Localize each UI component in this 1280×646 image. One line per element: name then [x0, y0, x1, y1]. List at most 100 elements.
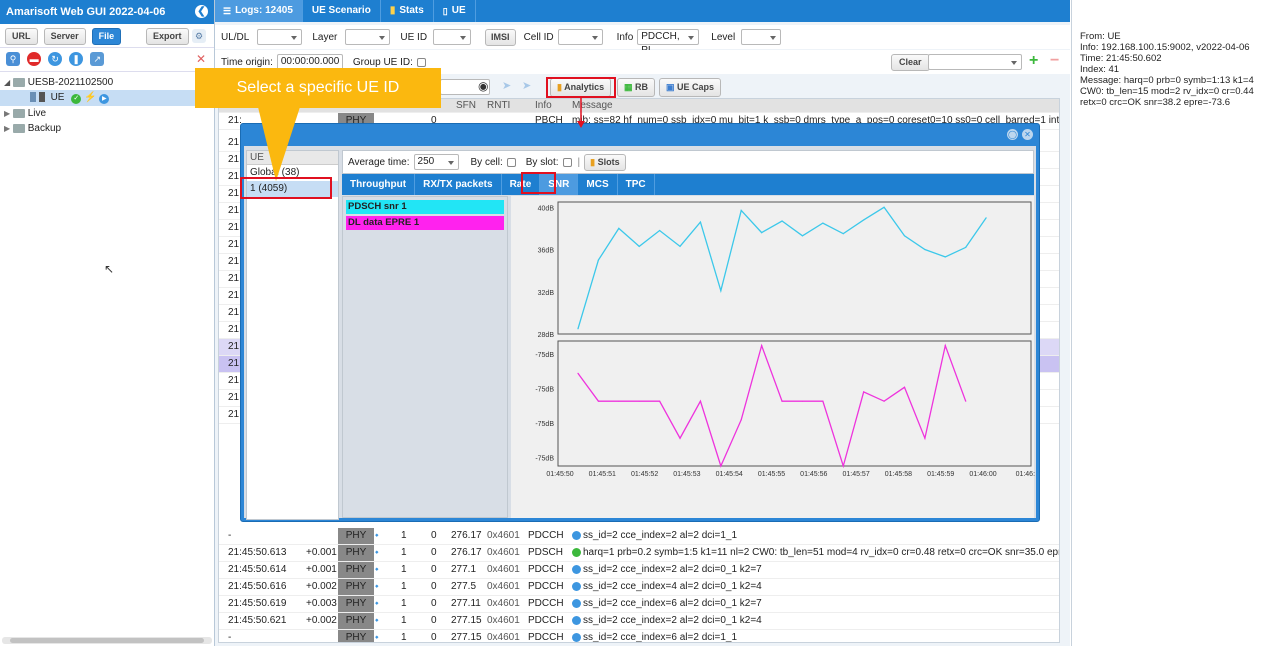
stop-icon[interactable]: ▬ — [27, 52, 42, 66]
tree-item-backup[interactable]: ▶ Backup — [0, 121, 214, 136]
details-panel: From: UE Info: 192.168.100.15:9002, v2022… — [1071, 0, 1280, 646]
tab-logs[interactable]: ☰ Logs: 12405 — [215, 0, 303, 22]
tree-item-ue[interactable]: UE ✓ ⚡ ▶ — [0, 90, 214, 106]
log-row[interactable]: - PHY 1 0 277.15 0x4601 PDCCH ⬩ ss_id=2 cce_inde… — [219, 630, 1059, 643]
url-button[interactable]: URL — [5, 28, 38, 45]
layer-select[interactable] — [345, 29, 391, 45]
grid-icon: ▦ — [624, 82, 633, 92]
data-point — [720, 465, 722, 467]
minimize-icon[interactable]: ◯ — [1007, 129, 1018, 140]
server-button[interactable]: Server — [43, 28, 86, 45]
rb-button[interactable]: ▦ RB — [617, 78, 656, 97]
log-rnti: 0x4601 — [487, 615, 520, 626]
add-icon[interactable]: + — [1029, 52, 1038, 70]
scrollbar-thumb[interactable] — [10, 638, 204, 643]
data-point — [699, 400, 702, 402]
refresh-icon[interactable]: ↻ — [48, 52, 63, 66]
log-info: PDCCH — [528, 632, 564, 643]
log-row[interactable]: 21:45:50.619 +0.003 PHY 1 0 277.11 0x4601 PDCCH… — [219, 596, 1059, 613]
ue-caps-label: UE Caps — [677, 82, 715, 92]
legend-item-dl-epre[interactable]: DL data EPRE 1 — [346, 216, 504, 230]
data-point — [781, 220, 783, 222]
close-dialog-icon[interactable]: ✕ — [1022, 129, 1033, 140]
ue-caps-button[interactable]: ▣ UE Caps — [659, 78, 722, 97]
binoculars-icon[interactable]: ◉ — [478, 79, 488, 93]
slots-button[interactable]: ▮ Slots — [584, 153, 626, 171]
tree-item-uesb[interactable]: ◢ UESB-2021102500 — [0, 75, 214, 90]
play-icon[interactable]: ▶ — [99, 94, 110, 104]
log-sfn: 277.1 — [451, 564, 477, 575]
tree-item-live[interactable]: ▶ Live — [0, 106, 214, 121]
log-row[interactable]: - PHY 1 0 276.17 0x4601 PDCCH ⬩ ss_id=2 cce_inde… — [219, 528, 1059, 545]
avg-time-select[interactable]: 250 — [413, 154, 459, 170]
data-point — [577, 328, 579, 330]
settings-icon[interactable]: ⚙ — [192, 29, 206, 43]
export-button[interactable]: Export — [146, 28, 189, 45]
filter-preset-select[interactable] — [928, 54, 1022, 70]
by-slot-checkbox[interactable] — [562, 157, 572, 167]
pause-icon[interactable]: ❚ — [69, 52, 84, 66]
filter-bar: UL/DL Layer UE ID IMSI Cell ID Info PDCC… — [215, 25, 1070, 56]
data-point — [618, 227, 620, 229]
data-point — [903, 235, 906, 237]
search-icon[interactable]: ⚲ — [6, 52, 20, 66]
log-rnti: 0x4601 — [487, 632, 520, 643]
log-row[interactable]: 21:45:50.616 +0.002 PHY 1 0 277.5 0x4601 PDCCH ⬩… — [219, 579, 1059, 596]
data-point — [679, 437, 681, 439]
tab-label: Logs: 12405 — [235, 5, 293, 16]
analytics-tab-mcs[interactable]: MCS — [578, 174, 618, 195]
legend-item-pdsch-snr[interactable]: PDSCH snr 1 — [346, 200, 504, 214]
by-cell-checkbox[interactable] — [506, 157, 516, 167]
info-select[interactable]: PDCCH, PI — [637, 29, 700, 56]
data-point — [638, 400, 640, 402]
log-row[interactable]: 21:45:50.621 +0.002 PHY 1 0 277.15 0x4601 PDCCH… — [219, 613, 1059, 630]
y-tick-label: -75dB — [535, 421, 554, 428]
arrow-pointer — [577, 97, 585, 128]
export-icon[interactable]: ↗ — [90, 52, 105, 66]
close-icon[interactable]: ✕ — [196, 52, 206, 66]
tab-ue-scenario[interactable]: UE Scenario — [303, 0, 381, 22]
horizontal-scrollbar[interactable] — [2, 637, 212, 644]
col-sfn[interactable]: SFN — [456, 99, 476, 112]
ueid-select[interactable] — [433, 29, 472, 45]
x-tick-label: 01:45:53 — [673, 471, 700, 478]
next-icon[interactable]: ➤ — [522, 79, 531, 92]
tab-stats[interactable]: ▮ Stats — [381, 0, 434, 22]
log-row[interactable]: 21:45:50.613 +0.001 PHY 1 0 276.17 0x4601 PDSCH… — [219, 545, 1059, 562]
log-ue-id: 1 — [401, 547, 407, 558]
log-cell: 0 — [431, 564, 437, 575]
level-select[interactable] — [741, 29, 782, 45]
tab-ue[interactable]: ▯ UE — [434, 0, 476, 22]
clear-button[interactable]: Clear — [891, 54, 930, 71]
direction-icon: ⬩ — [375, 581, 379, 592]
plot-frame — [557, 340, 1032, 467]
imsi-button[interactable]: IMSI — [485, 28, 516, 46]
analytics-tab-tpc[interactable]: TPC — [618, 174, 655, 195]
data-point — [965, 400, 967, 402]
col-info[interactable]: Info — [535, 99, 552, 112]
folder-icon — [12, 108, 25, 118]
uldl-select[interactable] — [257, 29, 303, 45]
data-point — [638, 245, 640, 247]
prev-icon[interactable]: ➤ — [502, 79, 511, 92]
expand-icon[interactable]: ◢ — [4, 78, 10, 87]
info-icon — [572, 565, 581, 574]
log-row[interactable]: 21:45:50.614 +0.001 PHY 1 0 277.1 0x4601 PDCCH ⬩… — [219, 562, 1059, 579]
folder-icon — [12, 77, 25, 87]
callout-pointer — [258, 107, 300, 181]
cellid-select[interactable] — [557, 29, 603, 45]
collapse-panel-icon[interactable]: ❮ — [195, 5, 208, 18]
log-time: 21:45:50.621 — [228, 615, 287, 626]
group-ue-checkbox[interactable] — [416, 57, 426, 67]
log-info: PDCCH — [528, 564, 564, 575]
file-button[interactable]: File — [91, 28, 122, 45]
analytics-tab-rx-tx-packets[interactable]: RX/TX packets — [415, 174, 502, 195]
expand-icon[interactable]: ▶ — [4, 124, 10, 133]
analytics-tab-throughput[interactable]: Throughput — [342, 174, 416, 195]
snr-charts: 40dB 36dB 32dB 28dB -75dB -75dB -75dB -75dB 01:4… — [535, 201, 1035, 478]
phone-icon — [38, 92, 45, 103]
col-rnti[interactable]: RNTI — [487, 99, 510, 112]
info-icon — [572, 599, 581, 608]
remove-icon[interactable]: − — [1050, 52, 1059, 70]
expand-icon[interactable]: ▶ — [4, 109, 10, 118]
